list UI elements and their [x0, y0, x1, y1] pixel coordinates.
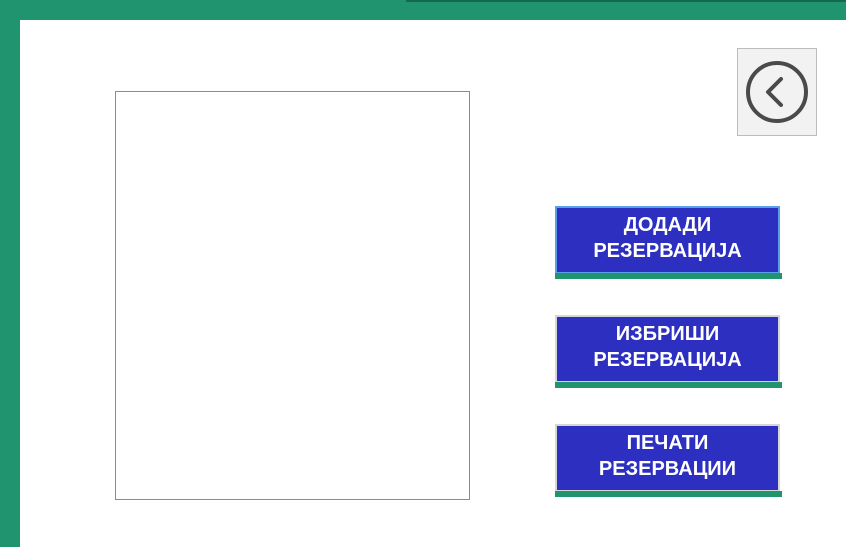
left-frame-bar — [0, 0, 20, 547]
add-reservation-label-line1: ДОДАДИ — [623, 214, 712, 236]
button-accent-bar — [555, 382, 782, 388]
back-button[interactable] — [737, 48, 817, 136]
print-reservations-button[interactable]: ПЕЧАТИ РЕЗЕРВАЦИИ — [555, 424, 782, 497]
reservations-list[interactable] — [115, 91, 470, 500]
delete-reservation-label-line2: РЕЗЕРВАЦИЈА — [593, 349, 742, 371]
button-accent-bar — [555, 273, 782, 279]
add-reservation-label-line2: РЕЗЕРВАЦИЈА — [593, 240, 742, 262]
add-reservation-button[interactable]: ДОДАДИ РЕЗЕРВАЦИЈА — [555, 206, 782, 279]
top-frame-bar — [0, 0, 846, 20]
chevron-left-circle-icon — [746, 61, 808, 123]
print-reservations-label-line1: ПЕЧАТИ — [626, 432, 709, 454]
delete-reservation-label-line1: ИЗБРИШИ — [615, 323, 720, 345]
print-reservations-label-line2: РЕЗЕРВАЦИИ — [598, 458, 737, 480]
delete-reservation-button[interactable]: ИЗБРИШИ РЕЗЕРВАЦИЈА — [555, 315, 782, 388]
top-frame-accent — [406, 0, 846, 2]
button-accent-bar — [555, 491, 782, 497]
